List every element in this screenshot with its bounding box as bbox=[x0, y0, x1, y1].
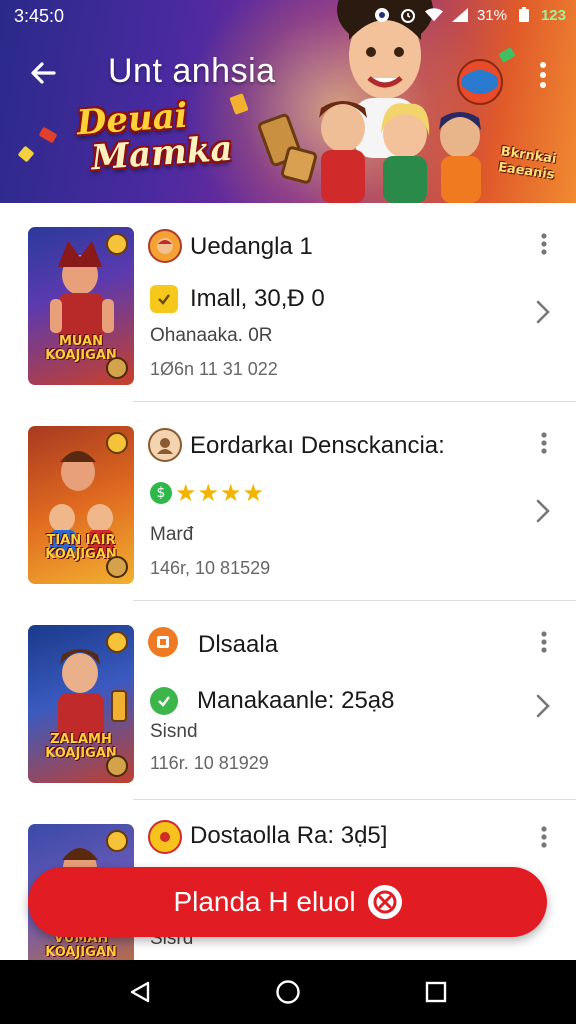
status-time: 3:45:0 bbox=[14, 6, 65, 26]
alarm-icon bbox=[399, 6, 417, 24]
item-title: Eordarkaı Densckancia: bbox=[190, 432, 445, 459]
status-icons: 31% 123 bbox=[373, 6, 566, 24]
nav-recents-button[interactable] bbox=[422, 978, 450, 1006]
star-icon: ★ bbox=[220, 479, 242, 507]
more-vert-icon bbox=[541, 432, 547, 454]
item-thumbnail: MUAN KOAJIGAN bbox=[28, 227, 134, 385]
item-date: 1Ø6n 11 31 022 bbox=[150, 359, 278, 379]
thumb-badge-icon bbox=[106, 432, 128, 454]
item-thumbnail: ZALAMH KOAJIGAN bbox=[28, 625, 134, 783]
banner-side-logo: Bkrnkai Eaeanis bbox=[497, 144, 558, 184]
more-vert-icon bbox=[541, 826, 547, 848]
thumb-badge-icon bbox=[106, 233, 128, 255]
battery-percent: 31% bbox=[476, 6, 507, 24]
nav-recents-icon bbox=[425, 981, 447, 1003]
primary-action-label: Planda H eluol bbox=[173, 886, 356, 917]
item-subtitle: Sisnd bbox=[150, 721, 198, 742]
back-button[interactable] bbox=[22, 52, 64, 94]
more-vert-icon bbox=[541, 631, 547, 653]
item-date: 146r, 10 81529 bbox=[150, 558, 271, 578]
item-more-button[interactable] bbox=[536, 822, 552, 852]
globe-decoration-icon bbox=[457, 59, 503, 105]
thumb-badge-icon bbox=[106, 830, 128, 852]
item-title: Dostaolla Ra: 3ḍ5] bbox=[190, 822, 388, 849]
item-meta: Imall, 30,Đ 0 bbox=[190, 285, 325, 312]
nav-back-icon bbox=[130, 981, 150, 1003]
notification-icon bbox=[373, 6, 391, 24]
item-open-chevron[interactable] bbox=[532, 496, 554, 526]
chevron-right-icon bbox=[536, 499, 550, 523]
chevron-right-icon bbox=[536, 694, 550, 718]
thumb-tool-icon bbox=[106, 357, 128, 379]
thumb-badge-icon bbox=[106, 631, 128, 653]
item-subtitle: Ohanaaka. 0R bbox=[150, 325, 273, 346]
banner-game-logo: Deuai Mamka bbox=[76, 95, 234, 179]
more-vert-icon bbox=[540, 62, 546, 88]
status-bar: 3:45:0 31% 123 bbox=[0, 0, 576, 34]
signal-icon bbox=[451, 6, 469, 24]
episode-avatar-icon bbox=[148, 820, 182, 854]
star-icon: ★ bbox=[197, 479, 220, 507]
page-title: Unt anhsia bbox=[108, 52, 276, 90]
list-item[interactable]: ZALAMH KOAJIGAN Dlsaala Manakaanle: 25ạ8… bbox=[0, 601, 576, 800]
thumb-tool-icon bbox=[106, 556, 128, 578]
episode-avatar-icon bbox=[148, 627, 178, 657]
item-more-button[interactable] bbox=[536, 428, 552, 458]
rating-stars: $ ★ ★ ★ ★ bbox=[150, 481, 264, 505]
nav-home-icon bbox=[276, 980, 300, 1004]
item-subtitle: Marđ bbox=[150, 524, 194, 545]
system-nav-bar bbox=[0, 960, 576, 1024]
nav-back-button[interactable] bbox=[126, 978, 154, 1006]
primary-action-button[interactable]: Planda H eluol bbox=[28, 867, 547, 937]
star-icon: ★ bbox=[242, 479, 265, 507]
overflow-menu-button[interactable] bbox=[528, 55, 558, 95]
item-open-chevron[interactable] bbox=[532, 691, 554, 721]
more-vert-icon bbox=[541, 233, 547, 255]
logo-line-2: Mamka bbox=[90, 128, 234, 179]
coin-icon bbox=[150, 285, 178, 313]
confetti bbox=[38, 126, 58, 144]
status-extra: 123 bbox=[540, 6, 566, 24]
item-title: Dlsaala bbox=[198, 631, 279, 658]
item-more-button[interactable] bbox=[536, 229, 552, 259]
item-date: 116r. 10 81929 bbox=[150, 753, 269, 773]
item-thumbnail: TIAN IAIR KOAJIGAN bbox=[28, 426, 134, 584]
episode-avatar-icon bbox=[148, 428, 182, 462]
money-icon: $ bbox=[150, 482, 172, 504]
confetti bbox=[17, 145, 35, 163]
verified-icon bbox=[150, 687, 178, 715]
star-icon: ★ bbox=[175, 479, 197, 507]
item-more-button[interactable] bbox=[536, 627, 552, 657]
nav-home-button[interactable] bbox=[274, 978, 302, 1006]
battery-icon bbox=[515, 6, 533, 24]
chevron-right-icon bbox=[536, 300, 550, 324]
wifi-icon bbox=[424, 6, 443, 24]
thumb-tool-icon bbox=[106, 755, 128, 777]
item-title: Uedangla 1 bbox=[190, 233, 313, 260]
item-open-chevron[interactable] bbox=[532, 297, 554, 327]
cancel-icon bbox=[367, 885, 402, 919]
item-meta: Manakaanle: 25ạ8 bbox=[197, 687, 395, 714]
arrow-left-icon bbox=[31, 62, 56, 84]
list-item[interactable]: MUAN KOAJIGAN Uedangla 1 Imall, 30,Đ 0 O… bbox=[0, 203, 576, 402]
episode-avatar-icon bbox=[148, 229, 182, 263]
list-item[interactable]: TIAN IAIR KOAJIGAN Eordarkaı Densckancia… bbox=[0, 402, 576, 601]
